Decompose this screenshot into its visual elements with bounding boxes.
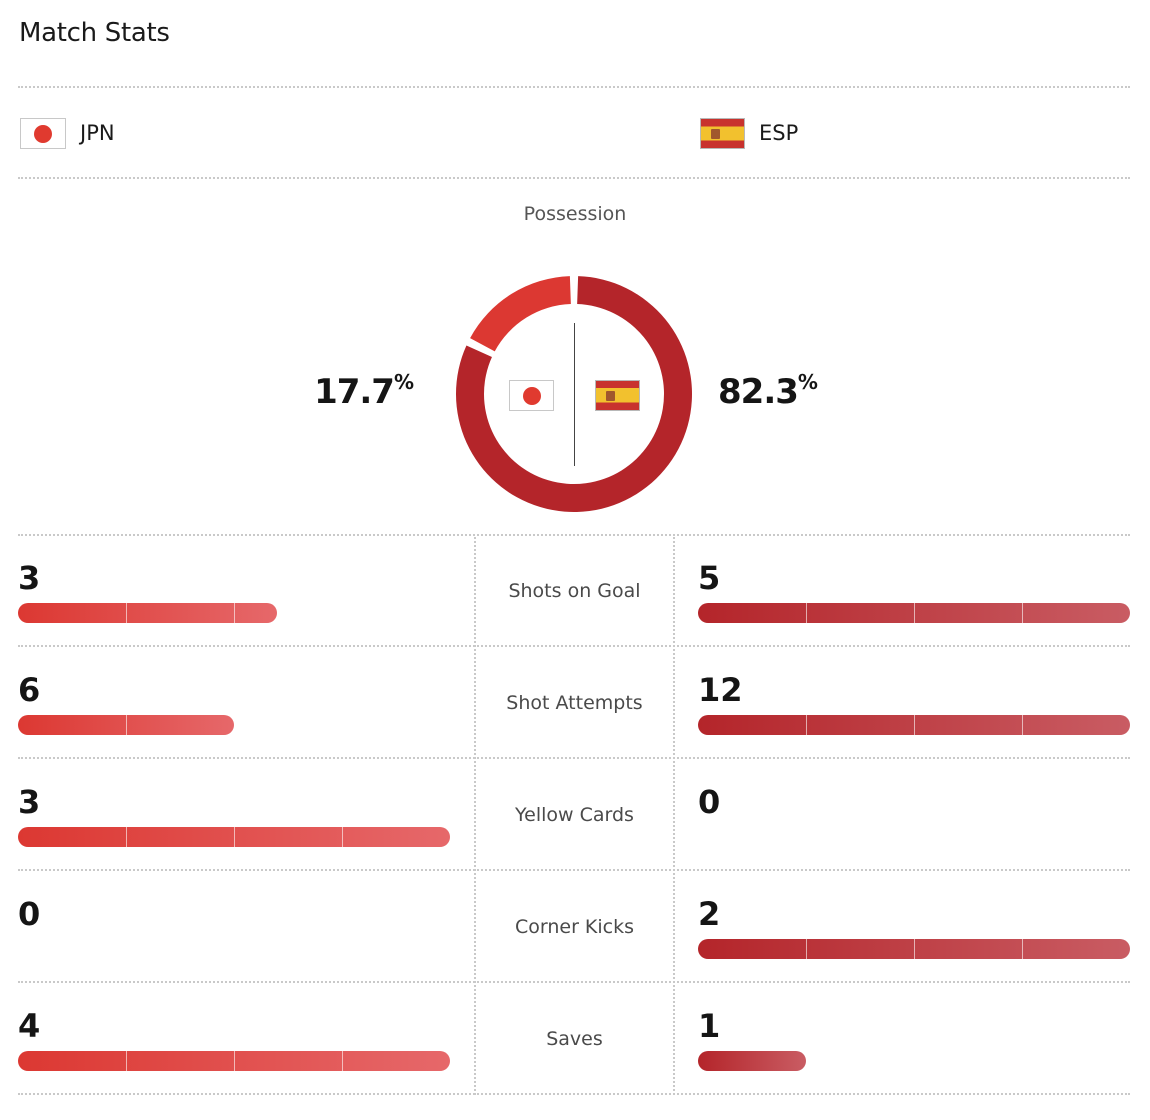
stat-row: 3 Shots on Goal 5 xyxy=(0,535,1150,647)
home-possession-segment xyxy=(470,276,571,352)
column-divider xyxy=(673,649,675,759)
away-stat-bar xyxy=(698,1051,806,1071)
column-divider xyxy=(673,873,675,983)
away-stat-bar xyxy=(698,715,1130,735)
away-team-abbr: ESP xyxy=(759,121,799,145)
stat-label: Yellow Cards xyxy=(515,804,634,826)
japan-flag-icon xyxy=(20,117,66,149)
home-team-header: JPN xyxy=(20,116,115,150)
home-team-abbr: JPN xyxy=(80,121,115,145)
donut-center-divider xyxy=(574,323,575,466)
away-team-header: ESP xyxy=(700,116,798,150)
away-stat-value: 0 xyxy=(698,783,721,821)
column-divider xyxy=(673,985,675,1095)
home-stat-bar xyxy=(18,603,277,623)
spain-flag-icon xyxy=(700,117,745,149)
home-stat-bar xyxy=(18,1051,450,1071)
home-stat-value: 3 xyxy=(18,559,41,597)
stat-label: Saves xyxy=(546,1028,603,1050)
column-divider xyxy=(673,537,675,647)
home-stat-bar xyxy=(18,715,234,735)
home-stat-value: 3 xyxy=(18,783,41,821)
away-stat-value: 5 xyxy=(698,559,721,597)
away-stat-bar xyxy=(698,603,1130,623)
home-stat-value: 6 xyxy=(18,671,41,709)
spain-flag-icon xyxy=(595,380,640,411)
home-stat-value: 4 xyxy=(18,1007,41,1045)
home-possession-value: 17.7% xyxy=(314,370,414,412)
stat-label: Shot Attempts xyxy=(506,692,643,714)
column-divider xyxy=(673,761,675,871)
home-stat-value: 0 xyxy=(18,895,41,933)
japan-flag-icon xyxy=(509,380,554,411)
away-stat-bar xyxy=(698,939,1130,959)
stat-row: 3 Yellow Cards 0 xyxy=(0,759,1150,871)
away-stat-value: 2 xyxy=(698,895,721,933)
divider xyxy=(18,1093,1130,1095)
divider xyxy=(18,177,1130,179)
page-title: Match Stats xyxy=(19,18,170,48)
away-possession-value: 82.3% xyxy=(718,370,818,412)
home-stat-bar xyxy=(18,827,450,847)
match-stats-widget: Match Stats JPN ESP Possession 17.7% 82.… xyxy=(0,0,1150,1120)
stat-label: Shots on Goal xyxy=(508,580,641,602)
stat-row: 0 Corner Kicks 2 xyxy=(0,871,1150,983)
stat-row: 4 Saves 1 xyxy=(0,983,1150,1095)
divider xyxy=(18,86,1130,88)
away-stat-value: 1 xyxy=(698,1007,721,1045)
stat-row: 6 Shot Attempts 12 xyxy=(0,647,1150,759)
possession-label: Possession xyxy=(523,203,627,225)
away-stat-value: 12 xyxy=(698,671,743,709)
stat-label: Corner Kicks xyxy=(514,916,635,938)
